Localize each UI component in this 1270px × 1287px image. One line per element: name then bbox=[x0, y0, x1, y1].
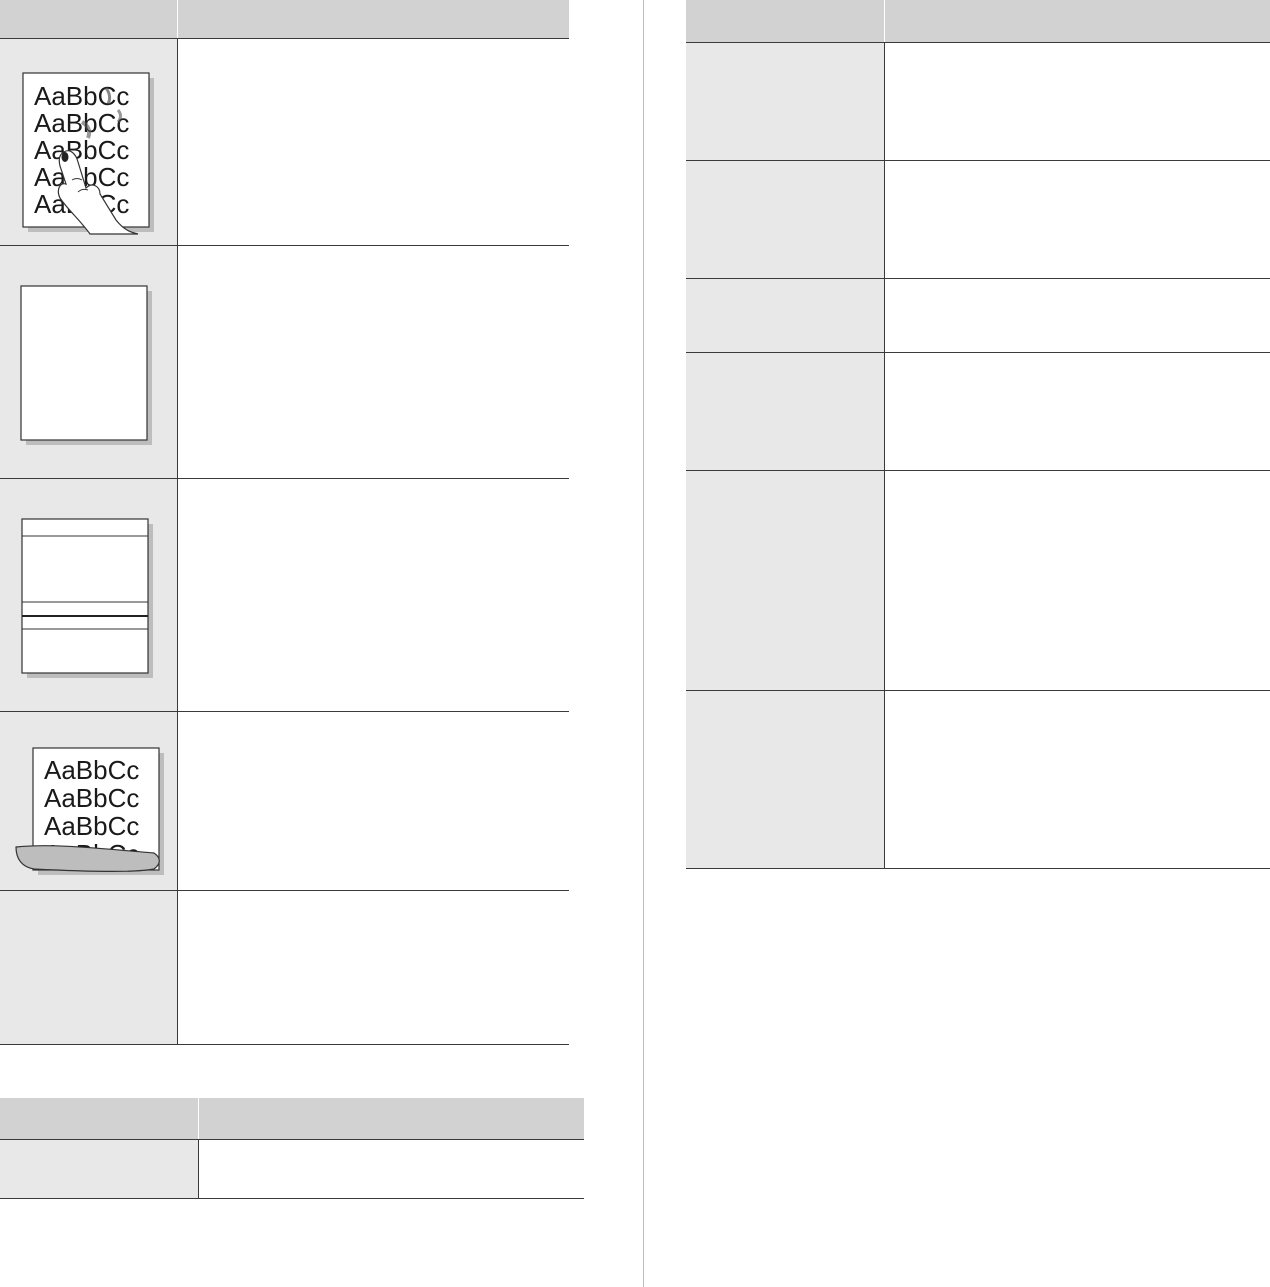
left-row-rule bbox=[0, 245, 569, 246]
sample-text-line: AaBbCc bbox=[44, 755, 139, 785]
right-header-divider bbox=[884, 0, 885, 42]
left-row-rule bbox=[0, 1044, 569, 1045]
left-row-rule bbox=[0, 711, 569, 712]
left-row-rule bbox=[0, 478, 569, 479]
right-row-rule bbox=[686, 690, 1270, 691]
right-row-rule bbox=[686, 868, 1270, 869]
left-table-header bbox=[0, 0, 569, 38]
left-row-rule bbox=[0, 890, 569, 891]
right-row-rule bbox=[686, 470, 1270, 471]
column-separator bbox=[643, 0, 644, 1287]
right-row-rule bbox=[686, 160, 1270, 161]
bottom-table-header bbox=[0, 1098, 584, 1139]
bottom-col1-bg bbox=[0, 1140, 198, 1198]
left-header-divider bbox=[177, 0, 178, 38]
left-col-divider bbox=[177, 39, 178, 1044]
right-row-rule bbox=[686, 278, 1270, 279]
curled-page-illustration: AaBbCc AaBbCc AaBbCc AaBbCc bbox=[14, 745, 174, 880]
bottom-header-divider bbox=[198, 1098, 199, 1139]
bottom-col-divider bbox=[198, 1140, 199, 1198]
right-col-divider bbox=[884, 43, 885, 868]
horizontal-lines-illustration bbox=[19, 516, 159, 681]
right-row-rule bbox=[686, 352, 1270, 353]
bottom-row-rule bbox=[0, 1198, 584, 1199]
smeared-toner-illustration: AaBbCc AaBbCc AaBbCc AaBbCc AaBbCc bbox=[20, 70, 160, 235]
sample-text-line: AaBbCc bbox=[34, 135, 129, 165]
sample-text-line: AaBbCc bbox=[34, 81, 129, 111]
sample-text-line: AaBbCc bbox=[44, 783, 139, 813]
right-col1-bg bbox=[686, 43, 884, 868]
right-table-header bbox=[686, 0, 1270, 42]
blank-page-illustration bbox=[18, 283, 158, 448]
sample-text-line: AaBbCc bbox=[44, 811, 139, 841]
